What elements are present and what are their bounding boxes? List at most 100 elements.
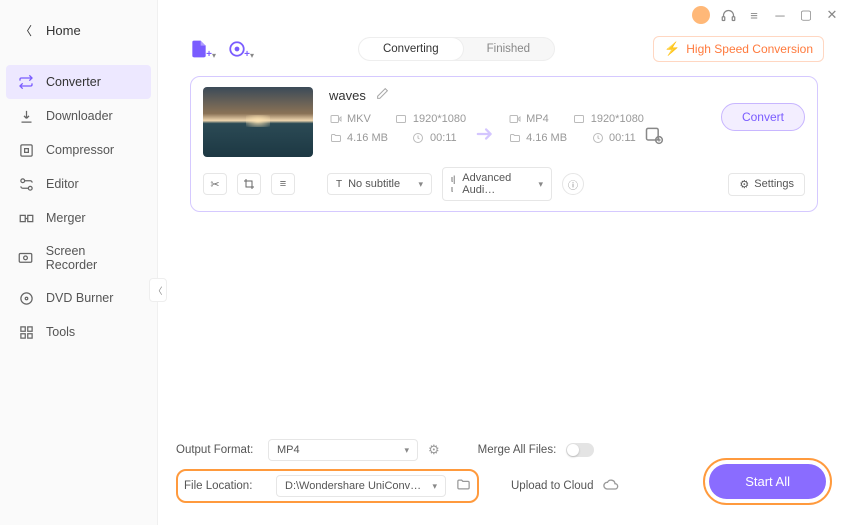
src-res: 1920*1080	[413, 113, 466, 125]
maximize-icon[interactable]: ▢	[798, 7, 814, 23]
output-settings-icon[interactable]	[644, 125, 666, 147]
cloud-icon[interactable]	[603, 477, 619, 496]
dst-size: 4.16 MB	[526, 132, 567, 144]
resolution-icon	[573, 112, 586, 125]
subtitle-icon: T	[336, 179, 342, 190]
output-format-dropdown[interactable]: MP4 ▾	[268, 439, 418, 461]
toolbar-panel: + ▾ + ▾ Converting Finished ⚡ High Speed…	[172, 30, 836, 212]
arrow-icon	[466, 114, 508, 142]
file-location-dropdown[interactable]: D:\Wondershare UniConverter 1 ▾	[276, 475, 446, 497]
nav-label: Merger	[46, 211, 86, 225]
audio-value: Advanced Audi…	[462, 172, 532, 196]
nav-label: Editor	[46, 177, 79, 191]
tab-finished[interactable]: Finished	[463, 38, 554, 60]
trim-button[interactable]: ✂	[203, 173, 227, 195]
chevron-down-icon: ▾	[538, 179, 543, 190]
file-location-value: D:\Wondershare UniConverter 1	[285, 480, 426, 492]
dst-dur: 00:11	[609, 132, 636, 144]
sidebar-collapse-handle[interactable]: 〈	[149, 278, 167, 302]
video-icon	[508, 112, 521, 125]
nav-label: Compressor	[46, 143, 114, 157]
output-settings-icon[interactable]: ⚙	[428, 442, 440, 458]
audio-dropdown[interactable]: ι|ι Advanced Audi… ▾	[442, 167, 552, 201]
chevron-down-icon: ▾	[212, 51, 216, 60]
sidebar: 〈 Home Converter Downloader Compressor E…	[0, 0, 158, 525]
screen-recorder-icon	[18, 250, 34, 266]
file-info: waves MKV 1920*1080 4.16 MB 00:11	[329, 87, 705, 147]
home-label: Home	[46, 23, 81, 38]
sidebar-item-screen-recorder[interactable]: Screen Recorder	[0, 235, 157, 281]
crop-button[interactable]	[237, 173, 261, 195]
bolt-icon: ⚡	[664, 41, 680, 57]
edit-name-icon[interactable]	[376, 87, 389, 103]
sidebar-item-downloader[interactable]: Downloader	[0, 99, 157, 133]
merger-icon	[18, 210, 34, 226]
output-format-value: MP4	[277, 444, 300, 456]
output-format-label: Output Format:	[176, 444, 258, 456]
subtitle-dropdown[interactable]: T No subtitle ▾	[327, 173, 432, 195]
converter-icon	[18, 74, 34, 90]
nav-label: Downloader	[46, 109, 113, 123]
sidebar-item-editor[interactable]: Editor	[0, 167, 157, 201]
convert-button[interactable]: Convert	[721, 103, 805, 131]
menu-icon[interactable]: ≡	[746, 7, 762, 23]
src-dur: 00:11	[430, 132, 457, 144]
dvd-icon	[18, 290, 34, 306]
upload-cloud-label: Upload to Cloud	[511, 480, 593, 492]
sidebar-item-compressor[interactable]: Compressor	[0, 133, 157, 167]
folder-icon	[508, 131, 521, 144]
info-button[interactable]: ⓘ	[562, 173, 584, 195]
nav-list: Converter Downloader Compressor Editor M…	[0, 65, 157, 349]
chevron-left-icon: 〈	[20, 22, 32, 39]
sidebar-item-tools[interactable]: Tools	[0, 315, 157, 349]
home-button[interactable]: 〈 Home	[0, 12, 157, 49]
start-all-highlight: Start All	[703, 458, 832, 505]
subtitle-value: No subtitle	[348, 178, 400, 190]
sidebar-item-converter[interactable]: Converter	[6, 65, 151, 99]
video-thumbnail[interactable]	[203, 87, 313, 157]
tab-converting[interactable]: Converting	[359, 38, 463, 60]
more-button[interactable]: ≡	[271, 173, 295, 195]
nav-label: DVD Burner	[46, 291, 113, 305]
src-format: MKV	[347, 113, 371, 125]
tools-icon	[18, 324, 34, 340]
download-icon	[18, 108, 34, 124]
open-folder-icon[interactable]	[456, 477, 471, 495]
high-speed-conversion-button[interactable]: ⚡ High Speed Conversion	[653, 36, 824, 62]
video-icon	[329, 112, 342, 125]
dst-format: MP4	[526, 113, 549, 125]
src-size: 4.16 MB	[347, 132, 388, 144]
add-file-button[interactable]: + ▾	[184, 36, 214, 62]
hsc-label: High Speed Conversion	[686, 42, 813, 56]
clock-icon	[591, 131, 604, 144]
chevron-down-icon: ▾	[250, 51, 254, 60]
editor-icon	[18, 176, 34, 192]
chevron-down-icon: ▾	[418, 179, 423, 190]
audio-icon: ι|ι	[451, 174, 456, 194]
nav-label: Screen Recorder	[46, 244, 139, 272]
chevron-down-icon: ▾	[432, 481, 437, 492]
source-meta: MKV 1920*1080 4.16 MB 00:11	[329, 112, 466, 144]
headset-icon[interactable]	[720, 7, 736, 23]
folder-icon	[329, 131, 342, 144]
avatar[interactable]	[692, 6, 710, 24]
compressor-icon	[18, 142, 34, 158]
gear-icon: ⚙	[739, 178, 749, 191]
start-all-button[interactable]: Start All	[709, 464, 826, 499]
close-icon[interactable]: ✕	[824, 7, 840, 23]
merge-toggle[interactable]	[566, 443, 594, 457]
add-dvd-button[interactable]: + ▾	[222, 36, 252, 62]
chevron-down-icon: ▾	[404, 445, 409, 456]
sidebar-item-merger[interactable]: Merger	[0, 201, 157, 235]
minimize-icon[interactable]: ─	[772, 7, 788, 23]
nav-label: Tools	[46, 325, 75, 339]
dest-meta: MP4 1920*1080 4.16 MB 00:11	[508, 112, 644, 144]
tab-segment: Converting Finished	[358, 37, 555, 61]
settings-button[interactable]: ⚙ Settings	[728, 173, 805, 196]
footer: Output Format: MP4 ▾ ⚙ Merge All Files: …	[158, 431, 850, 525]
clock-icon	[412, 131, 425, 144]
main-panel: ≡ ─ ▢ ✕ + ▾ + ▾ Converting Finished ⚡ Hi…	[158, 0, 850, 525]
sidebar-item-dvd-burner[interactable]: DVD Burner	[0, 281, 157, 315]
merge-label: Merge All Files:	[478, 444, 557, 456]
dst-res: 1920*1080	[591, 113, 644, 125]
